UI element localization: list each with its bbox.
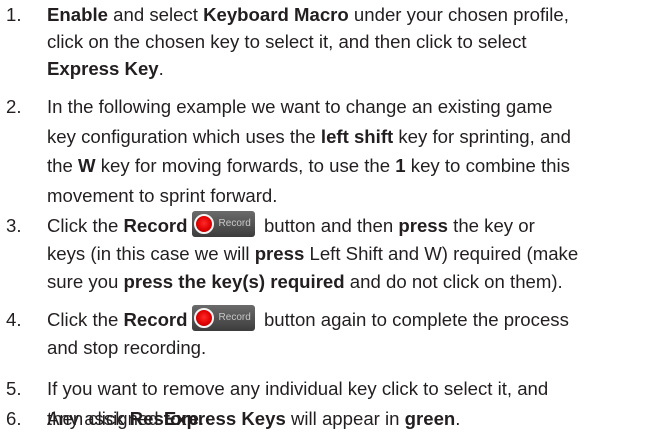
body-text: click on the chosen key to select it, an…	[47, 31, 527, 52]
list-item-number: 4.	[6, 309, 22, 330]
emphasis-text: press	[398, 215, 448, 236]
emphasis-text: Record	[123, 309, 188, 330]
body-text: the	[47, 155, 79, 176]
text-line: the W key for moving forwards, to use th…	[47, 154, 669, 184]
body-text: and select	[107, 4, 204, 25]
list-item-number: 3.	[6, 215, 22, 236]
body-text: key to combine this	[405, 155, 570, 176]
body-text: button and then	[258, 215, 399, 236]
body-text: Left Shift and W) required (make	[304, 243, 579, 264]
body-text: key for moving forwards, to use the	[95, 155, 396, 176]
text-line: and stop recording.	[47, 336, 669, 364]
body-text: movement to sprint forward.	[47, 184, 278, 206]
body-text: and do not click on them).	[344, 271, 563, 292]
record-button-label: Record	[218, 312, 251, 324]
body-text: and stop recording.	[47, 337, 207, 358]
record-button-image: Record	[191, 211, 255, 238]
emphasis-text: press	[254, 243, 305, 264]
emphasis-text: Enable	[47, 4, 108, 25]
text-line: In the following example we want to chan…	[47, 95, 669, 125]
emphasis-text: Express Key	[47, 58, 159, 79]
record-icon	[193, 214, 214, 235]
body-text: under your chosen profile,	[348, 4, 569, 25]
record-button-label: Record	[218, 218, 251, 230]
body-text: sure you	[47, 271, 124, 292]
record-button-image: Record	[191, 305, 255, 332]
text-line: key configuration which uses the left sh…	[47, 125, 669, 155]
emphasis-text: 1	[395, 155, 406, 176]
text-line: If you want to remove any individual key…	[47, 377, 669, 407]
list-item-text: Any assigned Express Keys will appear in…	[47, 407, 669, 435]
list-item-number: 6.	[6, 408, 22, 429]
body-text: Click the	[47, 309, 124, 330]
text-line: movement to sprint forward.	[47, 184, 669, 214]
list-item-text: In the following example we want to chan…	[47, 95, 669, 213]
body-text: In the following example we want to chan…	[47, 96, 553, 117]
body-text: .	[455, 408, 461, 429]
emphasis-text: Keyboard Macro	[203, 4, 349, 25]
body-text: Click the	[47, 215, 124, 236]
text-line: sure you press the key(s) required and d…	[47, 270, 669, 298]
body-text: the key or	[447, 215, 535, 236]
record-icon	[193, 308, 214, 329]
text-line: Click the Record Record button and then p…	[47, 211, 669, 242]
list-item-text: Click the Record Record button again to c…	[47, 305, 669, 364]
body-text: key configuration which uses the	[47, 125, 321, 147]
body-text: If you want to remove any individual key…	[47, 378, 549, 399]
list-item-number: 2.	[6, 96, 22, 117]
emphasis-text: Record	[123, 215, 188, 236]
text-line: Any assigned Express Keys will appear in…	[47, 407, 669, 435]
body-text: will appear in	[285, 408, 405, 429]
list-item-text: Enable and select Keyboard Macro under y…	[47, 3, 669, 84]
list-item-text: Click the Record Record button and then p…	[47, 211, 669, 298]
text-line: Enable and select Keyboard Macro under y…	[47, 3, 669, 30]
text-line: keys (in this case we will press Left Sh…	[47, 242, 669, 270]
list-item-number: 5.	[6, 378, 22, 399]
emphasis-text: press the key(s) required	[123, 271, 345, 292]
text-line: click on the chosen key to select it, an…	[47, 30, 669, 57]
list-item-number: 1.	[6, 4, 22, 25]
emphasis-text: W	[78, 155, 96, 176]
body-text: keys (in this case we will	[47, 243, 255, 264]
emphasis-text: left shift	[320, 125, 394, 147]
body-text: button again to complete the process	[258, 309, 569, 330]
text-line: Click the Record Record button again to c…	[47, 305, 669, 336]
emphasis-text: green	[404, 408, 456, 429]
body-text: .	[158, 58, 164, 79]
body-text: Any assigned	[47, 408, 164, 429]
emphasis-text: Express Keys	[163, 408, 286, 429]
text-line: Express Key.	[47, 57, 669, 84]
body-text: key for sprinting, and	[393, 125, 571, 147]
